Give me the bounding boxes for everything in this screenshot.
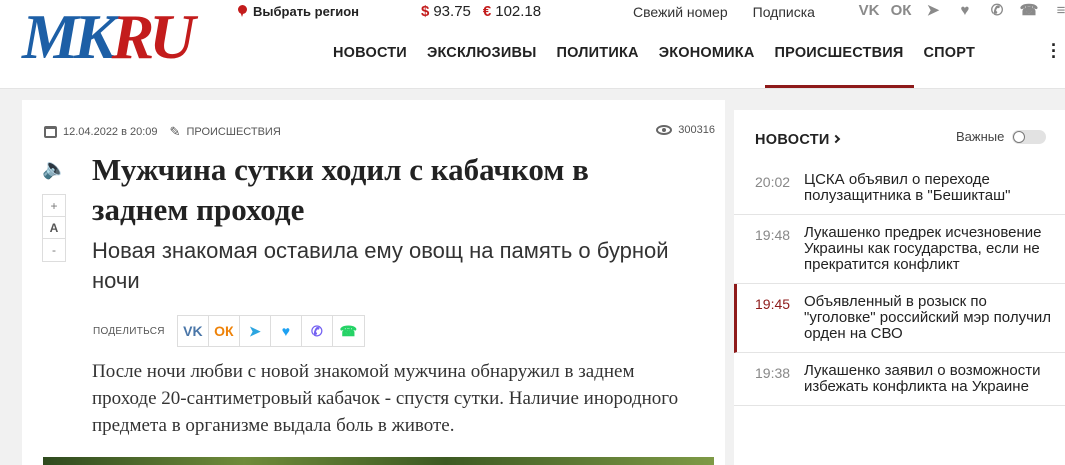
site-header: MKRU Выбрать регион $93.75 €102.18 Свежи… — [0, 0, 1065, 89]
article-photo — [43, 457, 714, 465]
news-sidebar: НОВОСТИ Важные 20:02 ЦСКА объявил о перех… — [734, 110, 1065, 465]
share-whatsapp-button[interactable]: ☎ — [333, 316, 364, 346]
speaker-icon[interactable]: 🔈 — [42, 156, 67, 180]
news-headline[interactable]: Лукашенко заявил о возможности избежать … — [804, 363, 1053, 395]
fresh-issue-link[interactable]: Свежий номер — [633, 4, 728, 20]
usd-rate: $93.75 — [421, 3, 471, 20]
article-meta: 12.04.2022 в 20:09 ✎ ПРОИСШЕСТВИЯ — [44, 124, 281, 140]
chevron-right-icon — [831, 134, 840, 144]
article-date: 12.04.2022 в 20:09 — [63, 126, 158, 138]
news-item[interactable]: 20:02 ЦСКА объявил о переходе полузащитни… — [734, 162, 1065, 215]
vk-icon[interactable]: VK — [858, 1, 880, 21]
subscription-link[interactable]: Подписка — [753, 4, 815, 20]
news-item[interactable]: 19:38 Лукашенко заявил о возможности избе… — [734, 353, 1065, 406]
nav-item-exclusives[interactable]: ЭКСКЛЮЗИВЫ — [417, 44, 547, 88]
font-size-control: + A - — [42, 194, 66, 262]
menu-icon[interactable]: ≡ — [1050, 1, 1065, 21]
nav-item-economy[interactable]: ЭКОНОМИКА — [649, 44, 765, 88]
share-label: ПОДЕЛИТЬСЯ — [93, 325, 165, 337]
odnoklassniki-icon[interactable]: ОК — [890, 1, 912, 21]
views-count: 300316 — [678, 124, 715, 136]
font-reset-button[interactable]: A — [43, 217, 65, 239]
news-headline[interactable]: ЦСКА объявил о переходе полузащитника в … — [804, 172, 1053, 204]
important-toggle[interactable] — [1012, 129, 1047, 144]
share-twitter-button[interactable]: ♥ — [271, 316, 302, 346]
nav-item-politics[interactable]: ПОЛИТИКА — [547, 44, 649, 88]
nav-item-incidents[interactable]: ПРОИСШЕСТВИЯ — [764, 44, 914, 88]
nav-item-news[interactable]: НОВОСТИ — [333, 44, 417, 88]
article: 12.04.2022 в 20:09 ✎ ПРОИСШЕСТВИЯ 300316… — [22, 100, 725, 465]
news-headline[interactable]: Лукашенко предрек исчезновение Украины к… — [804, 225, 1053, 273]
twitter-icon[interactable]: ♥ — [954, 1, 976, 21]
share-telegram-button[interactable]: ➤ — [240, 316, 271, 346]
article-title: Мужчина сутки ходил с кабачком в заднем … — [92, 152, 589, 227]
news-time: 19:38 — [755, 365, 791, 381]
region-label: Выбрать регион — [253, 4, 360, 19]
article-views: 300316 — [656, 124, 715, 136]
region-selector[interactable]: Выбрать регион — [238, 4, 359, 19]
calendar-icon — [44, 126, 57, 138]
article-lead: После ночи любви с новой знакомой мужчин… — [92, 361, 679, 436]
news-time: 19:45 — [755, 296, 791, 312]
eur-rate: €102.18 — [482, 3, 542, 20]
article-tools: 🔈 + A - — [42, 156, 67, 262]
news-list: 20:02 ЦСКА объявил о переходе полузащитни… — [734, 162, 1065, 406]
map-pin-icon — [238, 5, 247, 18]
font-decrease-button[interactable]: - — [43, 239, 65, 261]
share-buttons: VK ОК ➤ ♥ ✆ ☎ — [176, 315, 365, 347]
news-time: 19:48 — [755, 227, 791, 243]
telegram-icon[interactable]: ➤ — [922, 1, 944, 21]
top-links: Свежий номер Подписка — [633, 4, 815, 20]
site-logo[interactable]: MKRU — [22, 2, 195, 72]
main-nav: НОВОСТИ ЭКСКЛЮЗИВЫ ПОЛИТИКА ЭКОНОМИКА ПР… — [333, 44, 985, 88]
more-menu-icon[interactable]: · · · — [1051, 36, 1057, 66]
pencil-icon: ✎ — [169, 124, 181, 139]
article-rubric[interactable]: ПРОИСШЕСТВИЯ — [186, 126, 280, 138]
sidebar-heading[interactable]: НОВОСТИ — [755, 132, 840, 148]
news-time: 20:02 — [755, 174, 791, 190]
share-ok-button[interactable]: ОК — [209, 316, 240, 346]
share-viber-button[interactable]: ✆ — [302, 316, 333, 346]
article-subtitle: Новая знакомая оставила ему овощ на памя… — [92, 238, 669, 293]
important-label: Важные — [956, 129, 1005, 144]
news-item[interactable]: 19:45 Объявленный в розыск по "уголовке" … — [734, 284, 1065, 353]
share-bar: ПОДЕЛИТЬСЯ VK ОК ➤ ♥ ✆ ☎ — [93, 315, 365, 347]
important-filter: Важные — [956, 129, 1047, 144]
news-headline[interactable]: Объявленный в розыск по "уголовке" росси… — [804, 294, 1053, 342]
nav-item-sport[interactable]: СПОРТ — [914, 44, 986, 88]
news-item[interactable]: 19:48 Лукашенко предрек исчезновение Укра… — [734, 215, 1065, 284]
viber-icon[interactable]: ✆ — [986, 1, 1008, 21]
social-links: VK ОК ➤ ♥ ✆ ☎ ≡ — [858, 1, 1065, 21]
currency-rates: $93.75 €102.18 — [421, 3, 541, 20]
share-vk-button[interactable]: VK — [178, 316, 209, 346]
font-increase-button[interactable]: + — [43, 195, 65, 217]
whatsapp-icon[interactable]: ☎ — [1018, 1, 1040, 21]
eye-icon — [656, 125, 673, 135]
